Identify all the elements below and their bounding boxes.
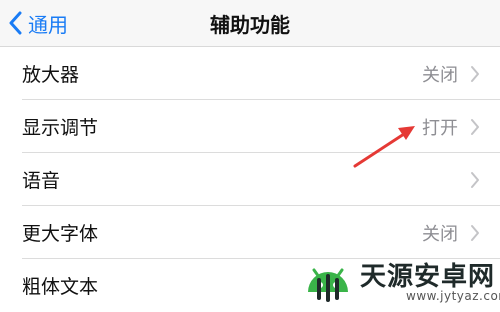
- row-larger-text[interactable]: 更大字体 关闭: [0, 206, 500, 259]
- row-label: 放大器: [22, 64, 80, 86]
- row-value: 关闭: [422, 223, 458, 245]
- row-display-accommodations[interactable]: 显示调节 打开: [0, 100, 500, 153]
- chevron-left-icon: [8, 11, 22, 35]
- chevron-right-icon: [470, 206, 480, 259]
- watermark-name: 天源安卓网: [360, 262, 496, 292]
- row-value: 打开: [422, 117, 458, 139]
- android-logo-icon: [308, 268, 348, 302]
- navigation-bar: 通用 辅助功能: [0, 0, 500, 47]
- watermark: 天源安卓网 www.jytyaz.com: [296, 256, 500, 309]
- row-value: 关闭: [422, 64, 458, 86]
- row-magnifier[interactable]: 放大器 关闭: [0, 47, 500, 100]
- row-label: 显示调节: [22, 117, 99, 139]
- row-speech[interactable]: 语音: [0, 153, 500, 206]
- row-label: 粗体文本: [22, 276, 99, 298]
- row-label: 语音: [22, 170, 61, 192]
- chevron-right-icon: [470, 153, 480, 206]
- chevron-right-icon: [470, 47, 480, 100]
- chevron-right-icon: [470, 100, 480, 153]
- back-button[interactable]: 通用: [8, 0, 68, 46]
- watermark-url: www.jytyaz.com: [406, 289, 500, 303]
- page-title: 辅助功能: [210, 12, 290, 37]
- back-button-label: 通用: [28, 12, 68, 37]
- row-label: 更大字体: [22, 223, 99, 245]
